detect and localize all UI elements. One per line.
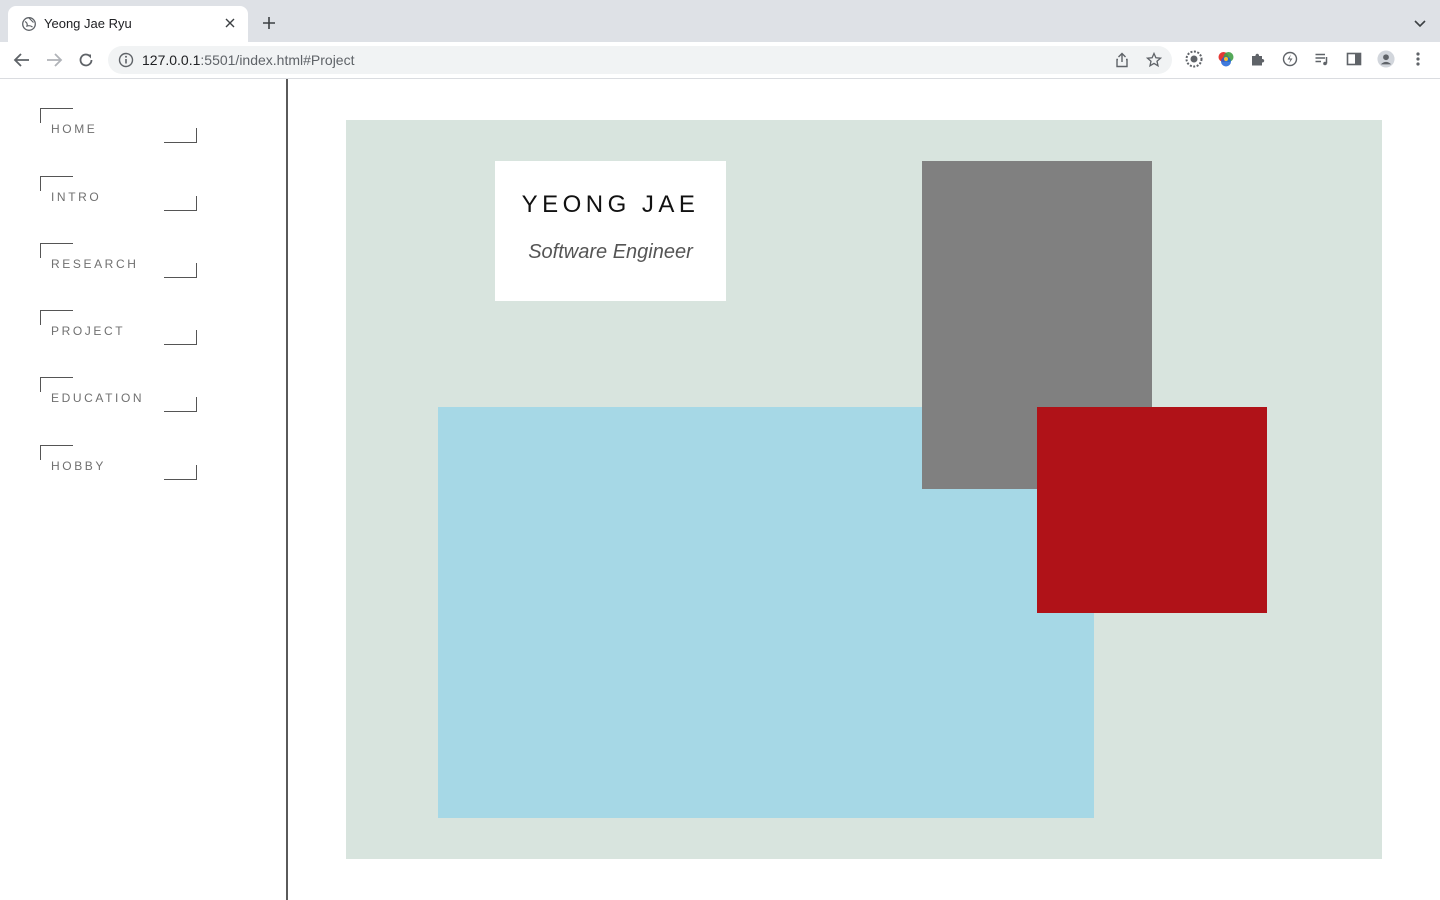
hero-role: Software Engineer: [528, 241, 693, 263]
site-info-icon[interactable]: [118, 52, 134, 68]
performance-icon[interactable]: [1281, 50, 1299, 68]
close-tab-icon[interactable]: [222, 15, 238, 31]
extensions-puzzle-icon[interactable]: [1249, 50, 1267, 68]
bracket-top-left: [40, 176, 73, 191]
sidebar-item-education[interactable]: EDUCATION: [40, 377, 200, 417]
hero-name: YEONG JAE: [521, 191, 700, 218]
sidebar-item-label: INTRO: [51, 190, 102, 204]
sidebar-item-home[interactable]: HOME: [40, 108, 200, 148]
bracket-bottom-right: [164, 465, 197, 480]
sidebar-item-label: RESEARCH: [51, 257, 139, 271]
side-panel-icon[interactable]: [1345, 50, 1363, 68]
tab-title: Yeong Jae Ryu: [44, 16, 132, 31]
reload-icon[interactable]: [76, 50, 96, 70]
bracket-bottom-right: [164, 397, 197, 412]
sidebar-item-project[interactable]: PROJECT: [40, 310, 200, 350]
browser-tab[interactable]: Yeong Jae Ryu: [8, 6, 248, 42]
bracket-bottom-right: [164, 128, 197, 143]
sidebar-item-intro[interactable]: INTRO: [40, 176, 200, 216]
forward-icon[interactable]: [44, 50, 64, 70]
url-host: 127.0.0.1: [142, 52, 201, 68]
bracket-top-left: [40, 108, 73, 123]
address-bar[interactable]: 127.0.0.1:5501/index.html#Project: [108, 46, 1172, 74]
sidebar-nav: HOME INTRO RESEARCH PROJECT EDUCATION HO…: [0, 79, 288, 900]
name-card: YEONG JAE Software Engineer: [495, 161, 726, 301]
url-path: :5501/index.html#Project: [200, 52, 355, 68]
url-text: 127.0.0.1:5501/index.html#Project: [142, 52, 354, 68]
browser-menu-icon[interactable]: [1409, 50, 1427, 68]
sidebar-item-label: EDUCATION: [51, 391, 145, 405]
bracket-bottom-right: [164, 196, 197, 211]
bracket-bottom-right: [164, 330, 197, 345]
color-picker-extension-icon[interactable]: [1217, 50, 1235, 68]
back-icon[interactable]: [12, 50, 32, 70]
bookmark-star-icon[interactable]: [1145, 51, 1163, 68]
bracket-bottom-right: [164, 263, 197, 278]
tab-search-chevron-icon[interactable]: [1412, 15, 1428, 31]
bracket-top-left: [40, 377, 73, 392]
bracket-top-left: [40, 310, 73, 325]
share-icon[interactable]: [1114, 52, 1130, 68]
sidebar-item-label: PROJECT: [51, 324, 126, 338]
sidebar-item-hobby[interactable]: HOBBY: [40, 445, 200, 485]
media-controls-icon[interactable]: [1313, 50, 1331, 68]
decorative-red-block: [1037, 407, 1267, 613]
sidebar-item-label: HOBBY: [51, 459, 107, 473]
sidebar-item-label: HOME: [51, 122, 98, 136]
profile-avatar-icon[interactable]: [1377, 50, 1395, 68]
globe-icon: [22, 17, 36, 31]
bracket-top-left: [40, 445, 73, 460]
bracket-top-left: [40, 243, 73, 258]
browser-tab-strip: Yeong Jae Ryu: [0, 0, 1440, 42]
sidebar-item-research[interactable]: RESEARCH: [40, 243, 200, 283]
new-tab-icon[interactable]: [259, 13, 279, 33]
extension-gear-icon[interactable]: [1185, 50, 1203, 68]
